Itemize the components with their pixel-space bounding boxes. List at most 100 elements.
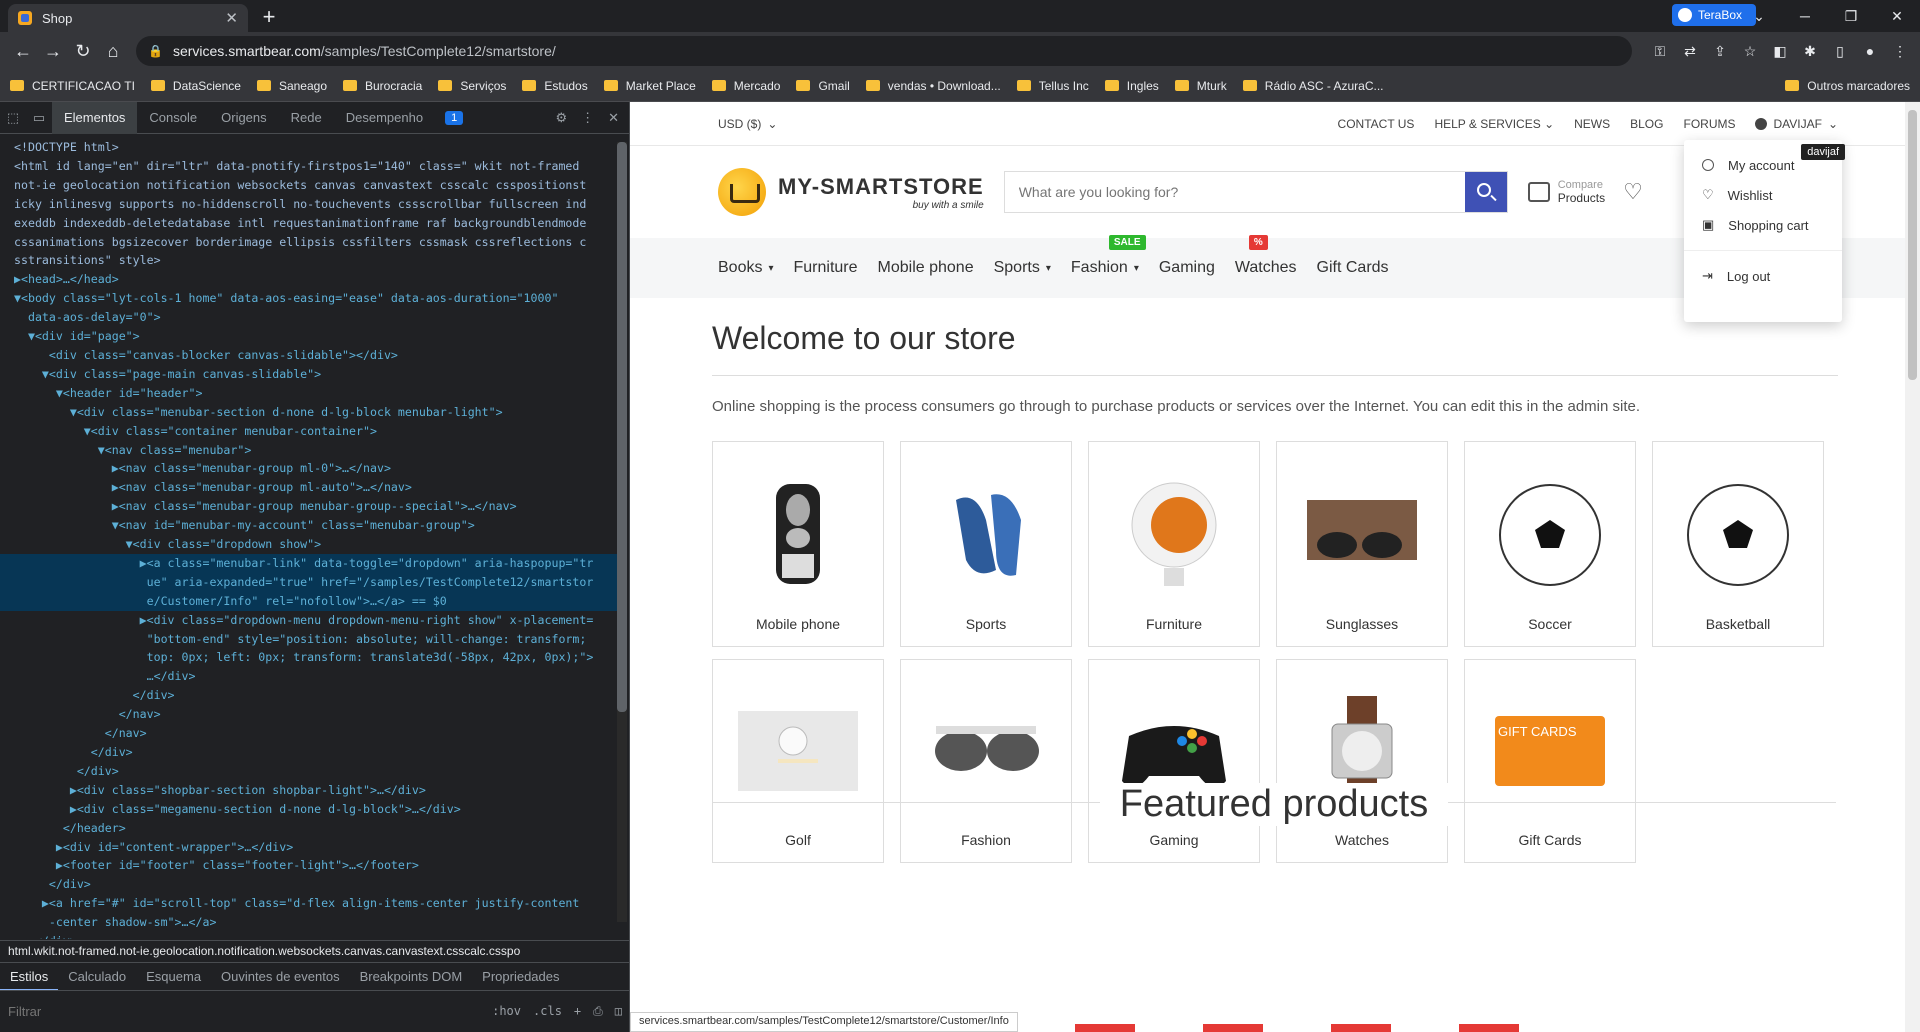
dom-node-line[interactable]: ▼<div class="menubar-section d-none d-lg… — [0, 403, 618, 422]
wishlist-item[interactable]: ♡ Wishlist — [1684, 180, 1842, 210]
share-icon[interactable]: ⇪ — [1708, 39, 1732, 63]
dom-node-line[interactable]: </div> — [0, 932, 618, 939]
nav-item[interactable]: Furniture — [794, 259, 858, 277]
dom-node-line[interactable]: "bottom-end" style="position: absolute; … — [0, 630, 618, 649]
bookmark-item[interactable]: Gmail — [796, 79, 850, 93]
dom-node-line[interactable]: ▶<nav class="menubar-group ml-0">…</nav> — [0, 459, 618, 478]
styles-tab[interactable]: Propriedades — [472, 969, 569, 984]
contact-us-link[interactable]: CONTACT US — [1338, 117, 1415, 131]
menu-kebab-icon[interactable]: ⋮ — [1888, 39, 1912, 63]
category-card[interactable]: Basketball — [1652, 441, 1824, 647]
dom-node-line[interactable]: ▼<div id="page"> — [0, 327, 618, 346]
bookmark-item[interactable]: Rádio ASC - AzuraC... — [1242, 79, 1384, 93]
nav-item[interactable]: Mobile phone — [878, 259, 974, 277]
category-card[interactable]: Gaming — [1088, 659, 1260, 863]
dom-node-line[interactable]: ▶<div class="shopbar-section shopbar-lig… — [0, 781, 618, 800]
issues-badge[interactable]: 1 — [445, 110, 464, 125]
bookmark-item[interactable]: Mturk — [1174, 79, 1227, 93]
nav-item[interactable]: Sports ▾ — [994, 259, 1051, 277]
heart-icon[interactable]: ♡ — [1623, 179, 1643, 205]
forward-button[interactable]: → — [38, 36, 68, 66]
dom-tree[interactable]: <!DOCTYPE html> <html id lang="en" dir="l… — [0, 136, 618, 939]
category-card[interactable]: Fashion — [900, 659, 1072, 863]
page-scrollbar[interactable] — [1905, 102, 1920, 1032]
dom-node-line[interactable]: ▼<div class="container menubar-container… — [0, 422, 618, 441]
dom-node-line[interactable]: ▼<body class="lyt-cols-1 home" data-aos-… — [0, 289, 618, 308]
blog-link[interactable]: BLOG — [1630, 117, 1663, 131]
search-button[interactable] — [1464, 172, 1507, 212]
dom-node-line[interactable]: </div> — [0, 875, 618, 894]
device-toolbar-icon[interactable]: ▭ — [26, 110, 52, 126]
devtools-tab[interactable]: Elementos — [52, 101, 138, 134]
nav-item[interactable]: Fashion ▾ SALE — [1071, 235, 1146, 277]
home-button[interactable]: ⌂ — [98, 36, 128, 66]
bookmark-item[interactable]: DataScience — [150, 79, 241, 93]
styles-filter-input[interactable] — [8, 1004, 493, 1019]
browser-tab[interactable]: Shop ✕ — [8, 4, 248, 32]
dom-node-line[interactable]: <html id lang="en" dir="ltr" data-pnotif… — [0, 157, 618, 176]
dom-node-line[interactable]: ▼<nav id="menubar-my-account" class="men… — [0, 516, 618, 535]
dom-node-line[interactable]: data-aos-delay="0"> — [0, 308, 618, 327]
bookmark-item[interactable]: Serviços — [438, 79, 506, 93]
dom-node-line[interactable]: ▶<nav class="menubar-group menubar-group… — [0, 497, 618, 516]
dom-node-line[interactable]: </div> — [0, 743, 618, 762]
profile-avatar[interactable]: ● — [1858, 39, 1882, 63]
category-card[interactable]: Sunglasses — [1276, 441, 1448, 647]
devtools-close-icon[interactable]: ✕ — [608, 110, 619, 126]
bookmark-item[interactable]: Mercado — [711, 79, 780, 93]
extension-icon[interactable]: ◧ — [1768, 39, 1792, 63]
dom-node-line[interactable]: sstransitions" style> — [0, 251, 618, 270]
print-icon[interactable]: ⎙ — [593, 1004, 603, 1019]
dom-node-line[interactable]: ▶<footer id="footer" class="footer-light… — [0, 856, 618, 875]
devtools-tab[interactable]: Rede — [279, 102, 334, 134]
dom-breadcrumb[interactable]: html.wkit.not-framed.not-ie.geolocation.… — [0, 940, 630, 962]
add-rule-icon[interactable]: + — [574, 1004, 581, 1019]
dom-node-line[interactable]: ▶<a class="menubar-link" data-toggle="dr… — [0, 553, 618, 573]
dom-node-line[interactable]: <div class="canvas-blocker canvas-slidab… — [0, 346, 618, 365]
lock-icon[interactable]: 🔒 — [148, 44, 163, 58]
key-icon[interactable]: ⚿ — [1648, 39, 1672, 63]
reload-button[interactable]: ↻ — [68, 36, 98, 66]
dom-node-line[interactable]: ▶<head>…</head> — [0, 270, 618, 289]
dom-node-line[interactable]: exeddb indexeddb-deletedatabase intl req… — [0, 214, 618, 233]
minimize-button[interactable]: ─ — [1782, 0, 1828, 32]
dom-tree-scrollbar[interactable] — [617, 142, 627, 922]
help-services-link[interactable]: HELP & SERVICES ⌄ — [1434, 117, 1554, 131]
url-field[interactable]: 🔒 services.smartbear.com/samples/TestCom… — [136, 36, 1632, 66]
cls-toggle[interactable]: .cls — [533, 1004, 562, 1019]
category-card[interactable]: Watches — [1276, 659, 1448, 863]
scroll-thumb[interactable] — [1908, 110, 1917, 380]
dom-node-line[interactable]: cssanimations bgsizecover borderimage el… — [0, 233, 618, 252]
shopping-cart-item[interactable]: ▣ Shopping cart — [1684, 210, 1842, 240]
dom-node-line[interactable]: ▼<header id="header"> — [0, 384, 618, 403]
dom-node-line[interactable]: <!DOCTYPE html> — [0, 138, 618, 157]
hov-toggle[interactable]: :hov — [492, 1004, 521, 1019]
bookmark-star-icon[interactable]: ☆ — [1738, 39, 1762, 63]
scroll-thumb[interactable] — [617, 142, 627, 712]
dom-node-line[interactable]: </div> — [0, 762, 618, 781]
dom-node-line[interactable]: top: 0px; left: 0px; transform: translat… — [0, 648, 618, 667]
bookmark-item[interactable]: vendas • Download... — [865, 79, 1001, 93]
close-window-button[interactable]: ✕ — [1874, 0, 1920, 32]
nav-item[interactable]: Books ▾ — [718, 259, 774, 277]
dom-node-line[interactable]: icky inlinesvg supports no-hiddenscroll … — [0, 195, 618, 214]
dom-node-line[interactable]: e/Customer/Info" rel="nofollow">…</a> ==… — [0, 591, 618, 611]
nav-item[interactable]: Gaming — [1159, 259, 1215, 277]
compare-products-link[interactable]: Compare Products — [1527, 179, 1605, 205]
news-link[interactable]: NEWS — [1574, 117, 1610, 131]
forums-link[interactable]: FORUMS — [1683, 117, 1735, 131]
bookmark-item[interactable]: Tellus Inc — [1016, 79, 1089, 93]
store-logo[interactable]: MY-SMARTSTORE buy with a smile — [718, 168, 984, 216]
dom-node-line[interactable]: ▶<nav class="menubar-group ml-auto">…</n… — [0, 478, 618, 497]
breadcrumb-active[interactable]: html.wkit.not-framed.not-ie.geolocation.… — [8, 944, 520, 958]
settings-gear-icon[interactable]: ⚙ — [555, 110, 567, 126]
dom-node-line[interactable]: ▶<div class="dropdown-menu dropdown-menu… — [0, 611, 618, 630]
dom-node-line[interactable]: ▼<nav class="menubar"> — [0, 441, 618, 460]
dom-node-line[interactable]: </nav> — [0, 705, 618, 724]
dom-node-line[interactable]: </header> — [0, 819, 618, 838]
category-card[interactable]: Soccer — [1464, 441, 1636, 647]
devtools-tab[interactable]: Console — [137, 102, 209, 134]
category-card[interactable]: Golf — [712, 659, 884, 863]
tab-search-icon[interactable]: ⌄ — [1736, 0, 1782, 32]
dom-node-line[interactable]: not-ie geolocation notification websocke… — [0, 176, 618, 195]
